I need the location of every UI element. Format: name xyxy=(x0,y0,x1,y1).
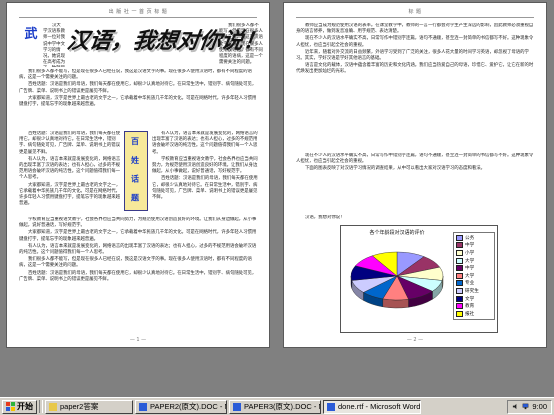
legend-swatch xyxy=(456,257,463,264)
legend-item: 中学 xyxy=(456,264,492,272)
word-document-icon xyxy=(327,402,335,411)
windows-taskbar: 开始 paper2答案 PAPER2(原文).DOC - M... PAPER3(原… xyxy=(0,397,554,415)
document-workspace: 出 版 社 一 首 页 标 题 武 汉语，我想对你说！ 汉大学汉语系教师一位对我… xyxy=(0,0,554,397)
page-header: 出 版 社 一 首 页 标 题 xyxy=(108,9,168,15)
taskbar-window-button[interactable]: PAPER2(原文).DOC - M... xyxy=(135,399,227,414)
header-rule xyxy=(19,17,257,18)
page-header: 标 题 xyxy=(408,9,422,15)
system-tray: 9:00 xyxy=(507,399,552,414)
network-icon[interactable] xyxy=(522,403,529,410)
chart-legend: 公务 中学 小学 大学 中学 大学 专业 研究生 文学 教育 报社 xyxy=(453,232,495,320)
legend-item: 研究生 xyxy=(456,287,492,295)
page-footer: — 2 — xyxy=(406,337,424,343)
intro-text-right: 我们很多人都不能写，但是现在很多人已经在说，我这是汉语文字的事。现在很多人使用汉… xyxy=(219,23,263,66)
taskbar-window-label: PAPER3(原文).DOC - M... xyxy=(244,402,320,411)
vertical-box-label: 百 姓 话 题 xyxy=(130,136,141,206)
word-document-icon xyxy=(233,402,241,411)
document-page-left[interactable]: 出 版 社 一 首 页 标 题 武 汉语，我想对你说！ 汉大学汉语系教师一位对我… xyxy=(6,2,270,348)
folder-icon xyxy=(49,402,57,411)
header-rule xyxy=(296,17,534,18)
start-label: 开始 xyxy=(17,402,33,411)
legend-label: 中学 xyxy=(465,243,475,249)
legend-item: 专业 xyxy=(456,280,492,288)
legend-label: 教育 xyxy=(465,304,475,310)
drop-cap: 武 xyxy=(24,27,38,42)
legend-item: 报社 xyxy=(456,310,492,318)
right-closing-line: 汉语，我想对你说！ xyxy=(305,215,345,220)
legend-label: 专业 xyxy=(465,281,475,287)
body-paragraphs-bottom: 学校教育应当重视语文教学，社会各界也应当共同努力，为规范使用汉语创造良好的环境。… xyxy=(19,217,257,282)
right-body-middle: 现在不少人的汉语水平确实不高，日常写作中错别字连篇，语句不通顺，甚至连一封简单的… xyxy=(296,153,534,172)
legend-item: 文学 xyxy=(456,295,492,303)
taskbar-window-label: PAPER2(原文).DOC - M... xyxy=(150,402,226,411)
taskbar-separator xyxy=(39,400,43,413)
body-column-left: 百姓话题：汉语是我们的母语，我们每天都在使用它，却很少认真地对待它。在日常生活中… xyxy=(19,131,121,207)
body-paragraphs-top: 我们很多人都不能写，但是现在很多人已经在说，我这是汉语文字的事。现在很多人使用汉… xyxy=(19,69,257,108)
legend-label: 公务 xyxy=(465,235,475,241)
legend-swatch xyxy=(456,265,463,272)
pie-chart-plot xyxy=(350,251,444,309)
legend-swatch xyxy=(456,295,463,302)
legend-swatch xyxy=(456,242,463,249)
taskbar-window-button[interactable]: paper2答案 xyxy=(45,399,133,414)
clock[interactable]: 9:00 xyxy=(532,402,547,411)
taskbar-window-button[interactable]: PAPER3(原文).DOC - M... xyxy=(229,399,321,414)
start-button[interactable]: 开始 xyxy=(2,399,37,414)
body-column-right: 有人认为，语言本来就是发展变化的，网络语言的出现丰富了汉语的表达；也有人担心，过… xyxy=(152,131,258,201)
legend-item: 中学 xyxy=(456,242,492,250)
legend-swatch xyxy=(456,303,463,310)
intro-text-left: 汉大学汉语系教师一位对我说中学中文学习的情况，她说现在高考成为了一种题目类型，一… xyxy=(43,23,65,67)
legend-label: 文学 xyxy=(465,296,475,302)
legend-item: 公务 xyxy=(456,234,492,242)
legend-label: 报社 xyxy=(465,311,475,317)
legend-label: 大学 xyxy=(465,258,475,264)
legend-swatch xyxy=(456,272,463,279)
legend-swatch xyxy=(456,234,463,241)
windows-logo-icon xyxy=(6,402,15,411)
document-page-right[interactable]: 标 题 教师应当成为规范使用汉语的表率。在课堂教学中，教师的一言一行都会对学生产… xyxy=(283,2,547,348)
right-body-top: 教师应当成为规范使用汉语的表率。在课堂教学中，教师的一言一行都会对学生产生深远的… xyxy=(296,23,534,75)
legend-swatch xyxy=(456,249,463,256)
wordart-title[interactable]: 汉语，我想对你说！ xyxy=(64,23,267,63)
pie-chart[interactable]: 各个年龄段对汉语的评价 公务 中学 小学 大学 中学 大学 专业 研究生 文学 教育 报社 xyxy=(340,225,498,333)
legend-label: 小学 xyxy=(465,250,475,256)
legend-swatch xyxy=(456,287,463,294)
speaker-icon[interactable] xyxy=(512,403,519,410)
legend-label: 大学 xyxy=(465,273,475,279)
taskbar-window-label: done.rtf - Microsoft Word xyxy=(338,402,421,411)
legend-swatch xyxy=(456,280,463,287)
legend-item: 大学 xyxy=(456,272,492,280)
legend-item: 小学 xyxy=(456,249,492,257)
page-footer: — 1 — xyxy=(129,337,147,343)
legend-label: 中学 xyxy=(465,266,475,272)
legend-item: 教育 xyxy=(456,302,492,310)
vertical-text-box[interactable]: 百 姓 话 题 xyxy=(124,131,148,211)
legend-item: 大学 xyxy=(456,257,492,265)
taskbar-window-button[interactable]: done.rtf - Microsoft Word xyxy=(323,399,421,414)
workspace-bottom-area xyxy=(0,348,554,397)
task-button-group: paper2答案 PAPER2(原文).DOC - M... PAPER3(原文).… xyxy=(45,399,423,414)
legend-label: 研究生 xyxy=(465,288,479,294)
taskbar-window-label: paper2答案 xyxy=(60,402,99,411)
word-document-icon xyxy=(139,402,147,411)
legend-swatch xyxy=(456,310,463,317)
